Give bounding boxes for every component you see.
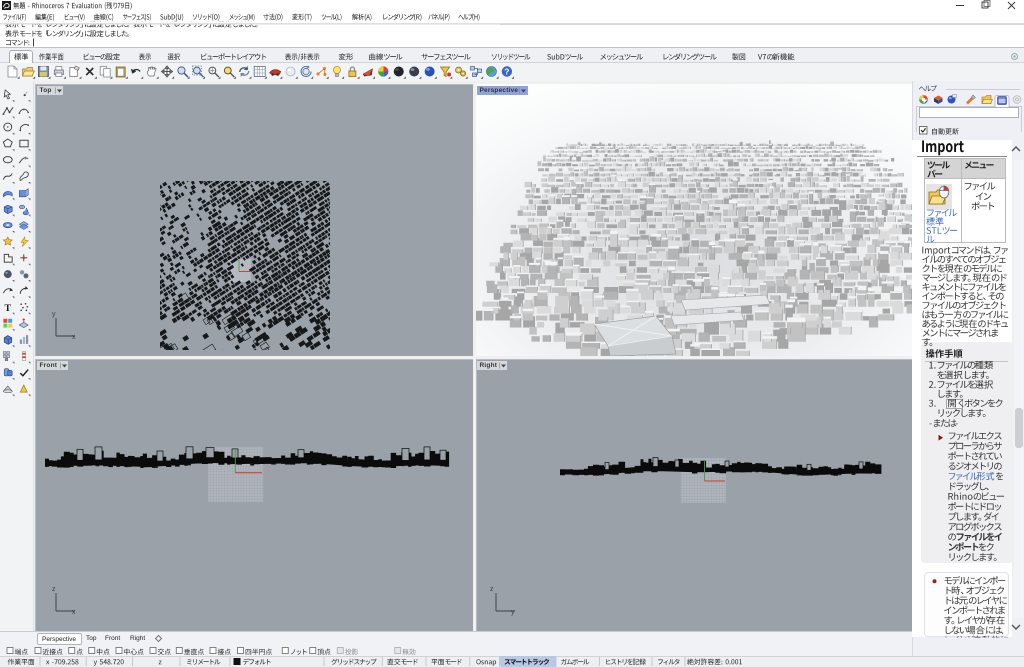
svg-text:z: z [490,586,494,593]
svg-text:y: y [52,311,56,318]
svg-text:z: z [52,586,56,593]
svg-text:x: x [72,334,76,341]
svg-text:y: y [511,609,515,616]
svg-text:x: x [72,609,76,616]
